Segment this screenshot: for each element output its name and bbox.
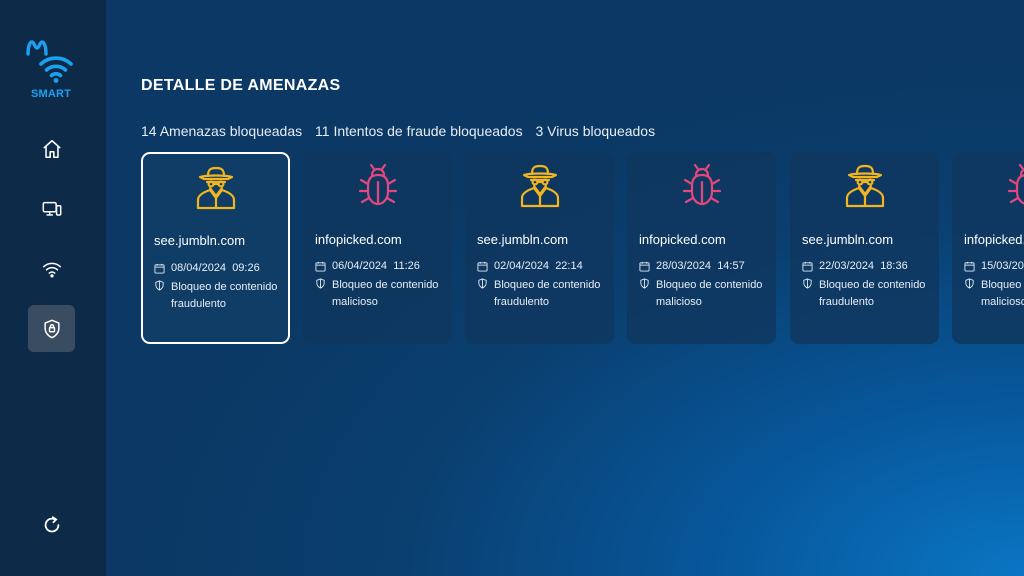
threat-time: 18:36 <box>880 260 908 272</box>
threat-time: 14:57 <box>717 260 745 272</box>
calendar-icon <box>154 263 165 274</box>
threat-description: Bloqueo de contenido malicioso <box>656 279 763 308</box>
threat-description-row: Bloqueo de contenido fraudulento <box>477 277 602 311</box>
threat-time: 09:26 <box>232 262 260 274</box>
threat-description-row: Bloqueo de contenido malicioso <box>315 277 440 311</box>
threat-description: Bloqueo de contenido fraudulento <box>171 281 278 310</box>
threat-domain: infopicked.com <box>315 232 402 247</box>
threat-description: Bloqueo de contenido malicioso <box>332 279 439 308</box>
threat-domain: infopicked.com <box>639 232 726 247</box>
threat-time: 11:26 <box>393 260 420 272</box>
shield-icon <box>316 278 325 289</box>
threat-domain: see.jumbln.com <box>154 233 246 248</box>
sidebar: SMART <box>0 0 106 576</box>
threat-date: 08/04/2024 <box>171 262 227 274</box>
nav-wifi[interactable] <box>28 245 75 292</box>
stat-threats-blocked: 14 Amenazas bloqueadas <box>141 123 303 139</box>
threat-card[interactable]: see.jumbln.com 08/04/2024 09:26 Bloqueo … <box>141 152 290 344</box>
threat-card[interactable]: see.jumbln.com 22/03/2024 18:36 Bloqueo … <box>790 152 939 344</box>
logo-text: SMART <box>30 88 72 100</box>
page-title: DETALLE DE AMENAZAS <box>141 77 341 94</box>
threat-description-row: Bloqueo de contenido fraudulento <box>154 279 279 313</box>
threat-description: Bloqueo de contenido fraudulento <box>819 279 926 308</box>
stat-virus-blocked: 3 Virus bloqueados <box>535 123 656 139</box>
home-icon <box>42 139 61 158</box>
wifi-icon <box>42 262 61 278</box>
threat-date: 06/04/2024 <box>332 260 388 272</box>
calendar-icon <box>639 261 650 272</box>
threat-domain: see.jumbln.com <box>802 232 894 247</box>
threat-cards: see.jumbln.com 08/04/2024 09:26 Bloqueo … <box>141 152 1024 344</box>
threat-description-row: Bloqueo de contenido fraudulento <box>802 277 927 311</box>
threat-date: 15/03/2024 <box>981 260 1024 272</box>
threat-description-row: Bloqueo de contenido malicioso <box>964 277 1024 311</box>
threat-card[interactable]: infopicked.com 15/03/2024 Bloqueo de con… <box>952 152 1024 344</box>
threat-date-row: 15/03/2024 <box>964 260 1024 272</box>
threat-date: 22/03/2024 <box>819 260 875 272</box>
shield-icon <box>803 278 812 289</box>
bug-icon <box>682 163 721 206</box>
threat-date-row: 02/04/2024 22:14 <box>477 260 583 272</box>
threat-card[interactable]: infopicked.com 06/04/2024 11:26 Bloqueo … <box>303 152 452 344</box>
threat-stats: 14 Amenazas bloqueadas 11 Intentos de fr… <box>141 123 664 139</box>
shield-lock-icon <box>43 319 60 338</box>
threat-card[interactable]: see.jumbln.com 02/04/2024 22:14 Bloqueo … <box>465 152 614 344</box>
shield-icon <box>640 278 649 289</box>
spy-icon <box>520 164 559 208</box>
calendar-icon <box>315 261 326 272</box>
threat-date: 28/03/2024 <box>656 260 712 272</box>
shield-icon <box>478 278 487 289</box>
spy-icon <box>196 166 235 210</box>
threat-domain: infopicked.com <box>964 232 1024 247</box>
nav-devices[interactable] <box>28 185 75 232</box>
threat-time: 22:14 <box>555 260 583 272</box>
calendar-icon <box>802 261 813 272</box>
nav-security[interactable] <box>28 305 75 352</box>
calendar-icon <box>964 261 975 272</box>
shield-icon <box>155 280 164 291</box>
threat-date: 02/04/2024 <box>494 260 550 272</box>
threat-date-row: 08/04/2024 09:26 <box>154 262 260 274</box>
movistar-smart-logo: SMART <box>22 38 82 104</box>
nav-home[interactable] <box>28 125 75 172</box>
threat-card[interactable]: infopicked.com 28/03/2024 14:57 Bloqueo … <box>627 152 776 344</box>
threat-description: Bloqueo de contenido fraudulento <box>494 279 601 308</box>
calendar-icon <box>477 261 488 272</box>
devices-icon <box>42 201 61 216</box>
threat-date-row: 06/04/2024 11:26 <box>315 260 420 272</box>
threat-description: Bloqueo de contenido malicioso <box>981 279 1024 308</box>
wifi-logo-icon <box>39 56 73 83</box>
bug-icon <box>1007 163 1024 205</box>
threat-date-row: 22/03/2024 18:36 <box>802 260 908 272</box>
threat-date-row: 28/03/2024 14:57 <box>639 260 745 272</box>
refresh-icon <box>44 515 59 532</box>
spy-icon <box>845 164 884 208</box>
threat-description-row: Bloqueo de contenido malicioso <box>639 277 764 311</box>
stat-fraud-blocked: 11 Intentos de fraude bloqueados <box>315 123 523 139</box>
bug-icon <box>358 163 397 206</box>
threat-domain: see.jumbln.com <box>477 232 569 247</box>
refresh-button[interactable] <box>28 501 75 548</box>
shield-icon <box>965 278 974 289</box>
